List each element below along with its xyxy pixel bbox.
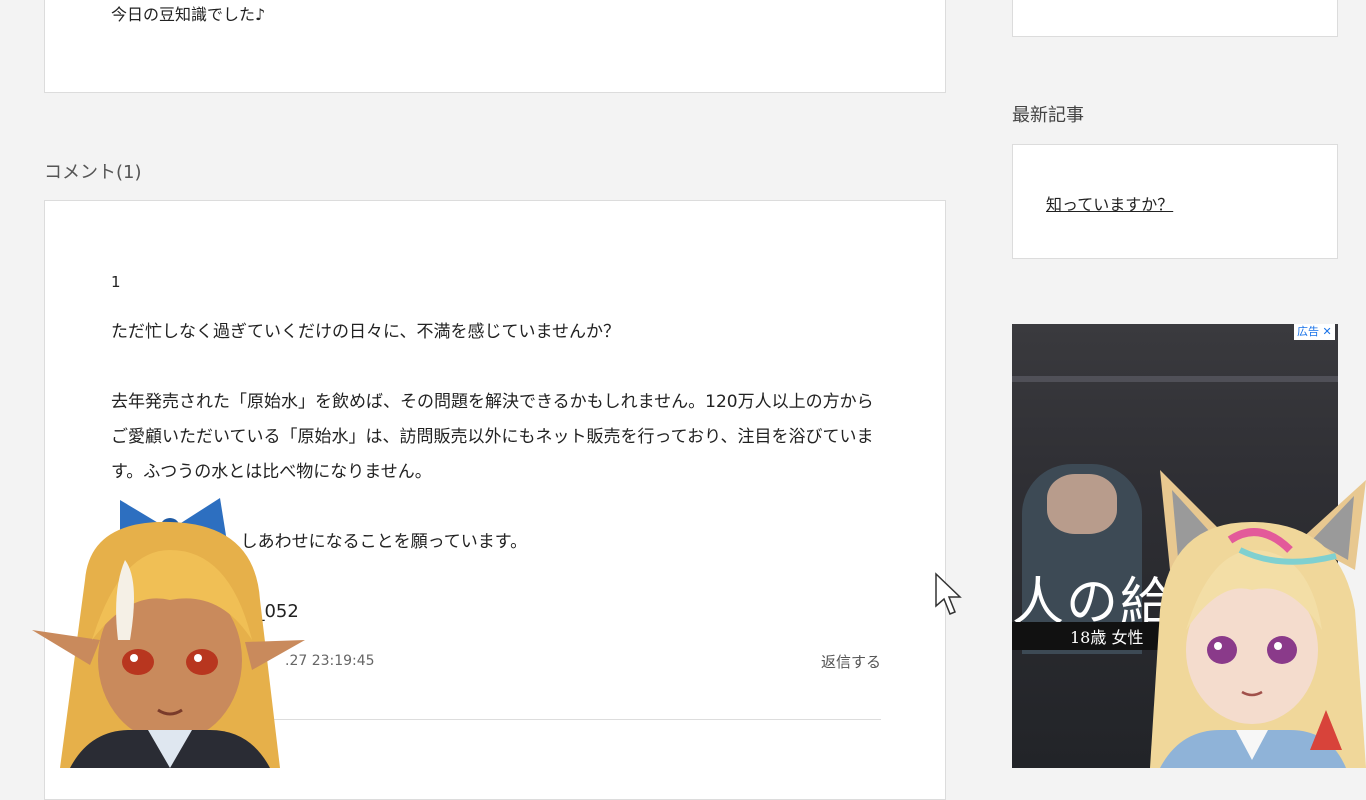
comment-number: 1: [111, 273, 121, 291]
latest-posts-card: 知っていますか？: [1012, 144, 1338, 259]
ad-face-image: [1047, 474, 1117, 534]
ad-badge[interactable]: 広告 ✕: [1294, 324, 1335, 340]
streamer-avatar-right: [1150, 470, 1366, 768]
latest-posts-heading: 最新記事: [1012, 105, 1084, 126]
latest-post-link[interactable]: 知っていますか？: [1046, 191, 1173, 215]
comment-paragraph: 去年発売された「原始水」を飲めば、その問題を解決できるかもしれません。120万人…: [111, 392, 874, 482]
article-closing-text: 今日の豆知識でした♪: [111, 5, 266, 24]
comments-heading: コメント(1): [44, 162, 142, 183]
ad-subline: 18歳 女性: [1070, 628, 1144, 647]
mouse-pointer-icon: [935, 572, 962, 615]
reply-link[interactable]: 返信する: [821, 651, 881, 672]
ad-glitch-line: [1012, 376, 1338, 382]
streamer-avatar-left: [32, 498, 305, 768]
sidebar-widget-top: [1012, 0, 1338, 37]
article-body-card: 今日の豆知識でした♪: [44, 0, 946, 93]
comment-paragraph: ただ忙しなく過ぎていくだけの日々に、不満を感じていませんか？: [111, 322, 620, 342]
